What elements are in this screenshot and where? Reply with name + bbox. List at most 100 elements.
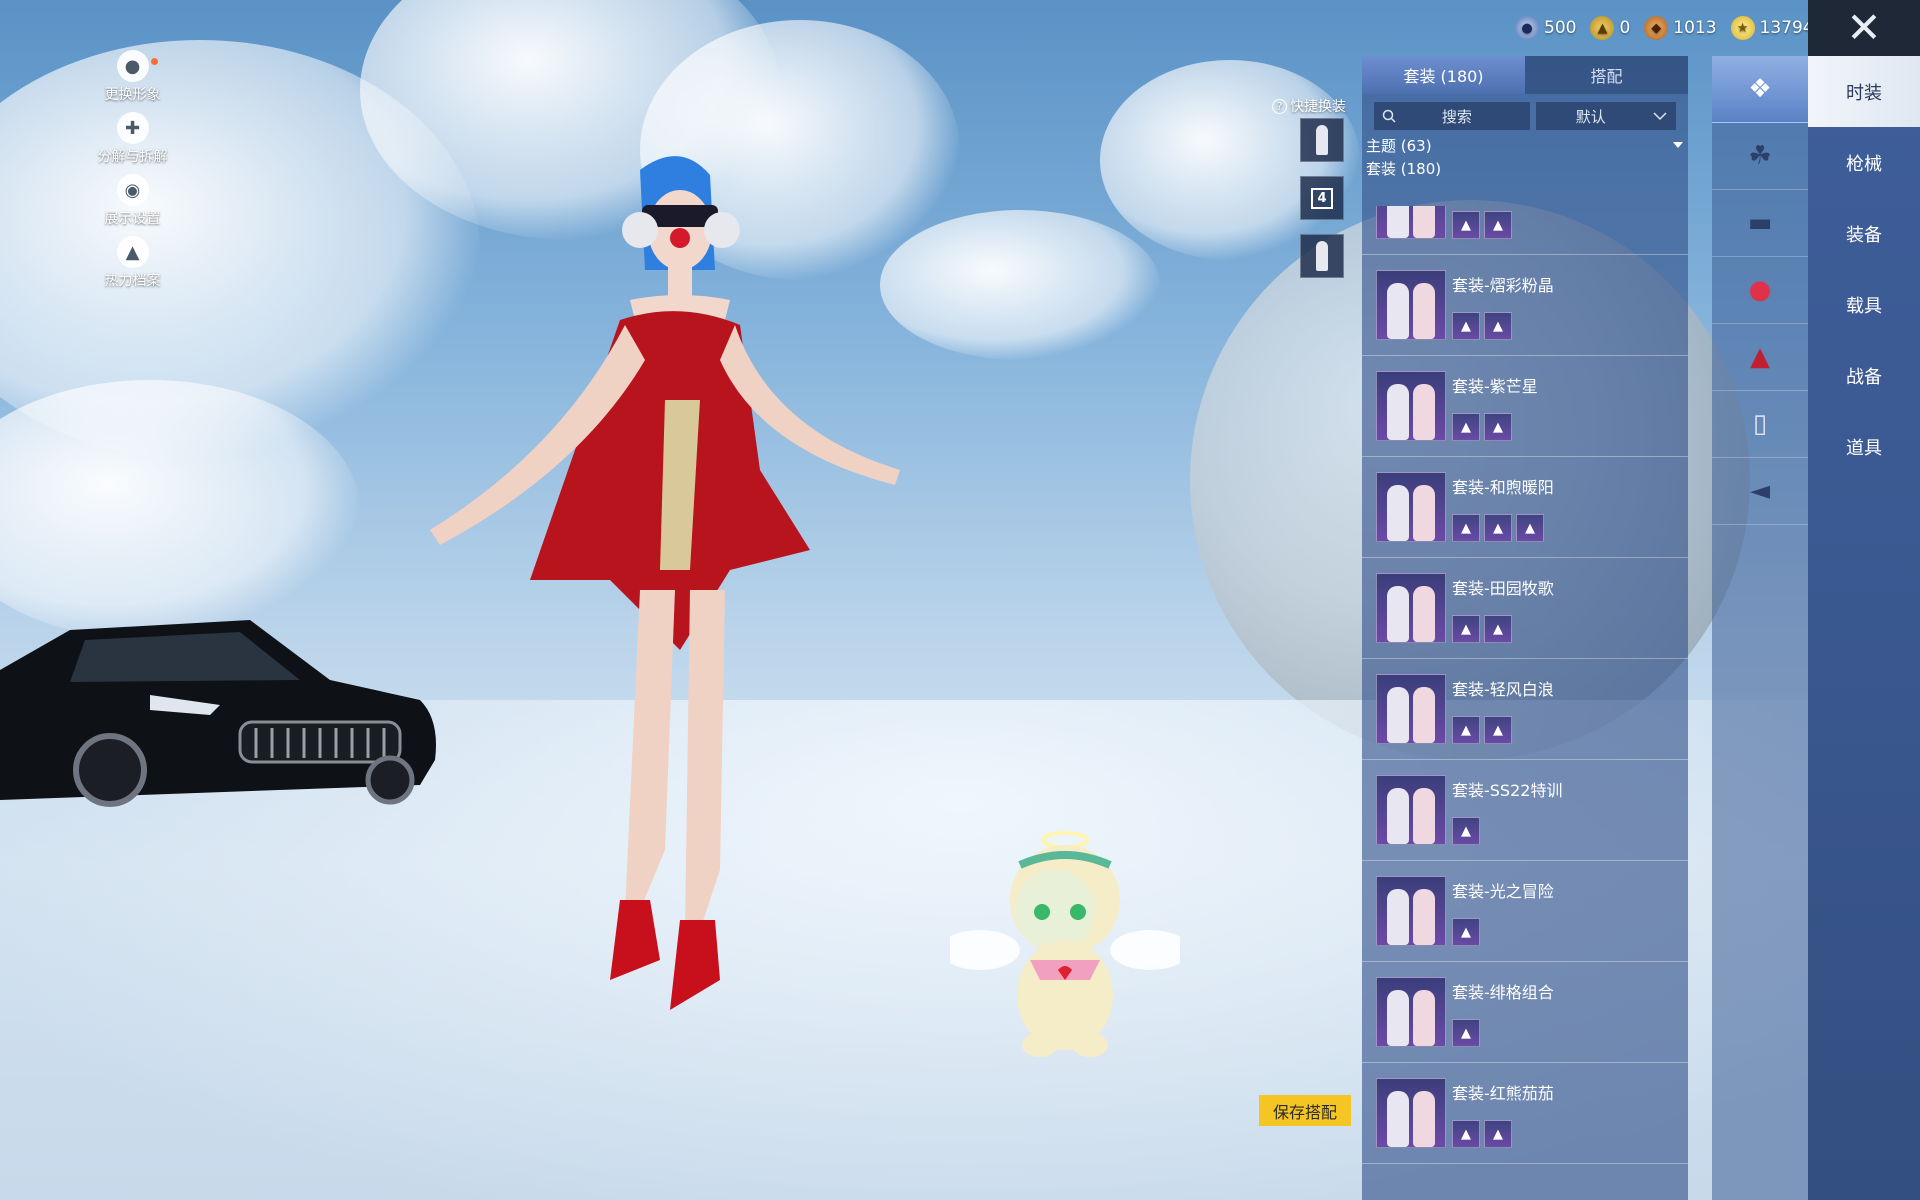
outfit-figure (1413, 687, 1435, 743)
outfit-thumbnail (1376, 270, 1446, 340)
tab-outfit-sets[interactable]: 套装 (180) (1362, 56, 1525, 94)
category-vehicles[interactable]: 载具 (1808, 269, 1920, 340)
outfit-figure (1387, 1091, 1409, 1147)
outfit-item[interactable]: 套装-SS22特训 ▲ (1362, 760, 1688, 861)
heat-archive-label: 热力档案 (104, 273, 161, 289)
outfit-figure (1413, 485, 1435, 541)
sub-glasses[interactable]: ▬ (1712, 190, 1808, 257)
search-placeholder: 搜索 (1441, 107, 1472, 126)
quick-slot-3[interactable] (1300, 234, 1344, 278)
category-items[interactable]: 道具 (1808, 411, 1920, 482)
outfit-figure-icon (1316, 241, 1328, 271)
panel-tabs: 套装 (180) 搭配 (1362, 56, 1688, 94)
category-equipment[interactable]: 装备 (1808, 198, 1920, 269)
close-icon: ✕ (1846, 3, 1882, 52)
currency-medal-value: 1013 (1673, 18, 1717, 38)
outfit-panel: 套装 (180) 搭配 搜索 默认 主题 (63) 套装 (180) 套装-绚烂… (1362, 56, 1688, 1200)
outfit-thumbnail (1376, 371, 1446, 441)
outfit-item[interactable]: 套装-和煦暖阳 ▲ ▲ ▲ (1362, 457, 1688, 558)
outfit-thumbnail (1376, 977, 1446, 1047)
outfit-name: 套装-田园牧歌 (1452, 579, 1554, 598)
left-menu: ● 更换形象 ✚ 分解与拆解 ◉ 展示设置 ▲ 热力档案 (80, 50, 185, 298)
outfit-figure (1413, 889, 1435, 945)
outfit-item[interactable]: 套装-红熊茄茄 ▲ ▲ (1362, 1063, 1688, 1164)
quick-change-label[interactable]: ? 快捷换装 (1272, 96, 1346, 116)
outfit-info: 套装-绯格组合 ▲ (1452, 977, 1554, 1047)
category-fashion[interactable]: 时装 (1808, 56, 1920, 127)
outfit-info: 套装-光之冒险 ▲ (1452, 876, 1554, 946)
save-combination-button[interactable]: 保存搭配 (1259, 1095, 1351, 1126)
outfit-thumbnail (1376, 573, 1446, 643)
currency-gold-value: 13794 (1759, 18, 1814, 38)
heat-archive-button[interactable]: ▲ 热力档案 (80, 236, 185, 298)
decompose-button[interactable]: ✚ 分解与拆解 (80, 112, 185, 174)
chevron-down-icon (1653, 112, 1667, 121)
sub-pants[interactable]: ▯ (1712, 391, 1808, 458)
sub-outfit-set[interactable]: ❖ (1712, 56, 1808, 123)
change-avatar-button[interactable]: ● 更换形象 (80, 50, 185, 112)
outfit-item[interactable]: 套装-轻风白浪 ▲ ▲ (1362, 659, 1688, 760)
outfit-name: 套装-轻风白浪 (1452, 680, 1554, 699)
face-icon: ● (1748, 275, 1772, 305)
category-weapons[interactable]: 枪械 (1808, 127, 1920, 198)
sort-label: 默认 (1575, 107, 1606, 126)
outfit-figure (1387, 687, 1409, 743)
outfit-list-inner: 套装-绚烂紫星▲▲套装-熠彩粉晶▲▲套装-紫芒星▲▲套装-和煦暖阳▲▲▲套装-田… (1362, 206, 1688, 1164)
quick-slot-2[interactable]: 4 (1300, 176, 1344, 220)
currency-a-coin[interactable]: ▲ 0 (1590, 16, 1630, 40)
outfit-figure (1387, 384, 1409, 440)
gold-coin-icon: ★ (1730, 16, 1755, 40)
outfit-name: 套装-紫芒星 (1452, 377, 1538, 396)
outfit-figure (1413, 283, 1435, 339)
outfit-info: 套装-田园牧歌 ▲ ▲ (1452, 573, 1554, 643)
outfit-part-icon: ▲ (1452, 716, 1480, 744)
notification-dot (151, 58, 158, 65)
outfit-name: 套装-绯格组合 (1452, 983, 1554, 1002)
slot-number-badge: 4 (1311, 187, 1333, 209)
currency-a-coin-value: 0 (1619, 18, 1631, 38)
outfit-part-icon: ▲ (1516, 514, 1544, 542)
display-settings-button[interactable]: ◉ 展示设置 (80, 174, 185, 236)
outfit-list[interactable]: 套装-绚烂紫星▲▲套装-熠彩粉晶▲▲套装-紫芒星▲▲套装-和煦暖阳▲▲▲套装-田… (1362, 206, 1688, 1190)
character-model (430, 156, 900, 1010)
theme-filter[interactable]: 主题 (63) (1362, 132, 1688, 158)
outfit-item[interactable]: 套装-田园牧歌 ▲ ▲ (1362, 558, 1688, 659)
currency-medal[interactable]: ◆ 1013 (1644, 16, 1717, 40)
currency-ag-value: 500 (1544, 18, 1577, 38)
decompose-label: 分解与拆解 (97, 149, 168, 165)
sub-category-column: ❖ ☘ ▬ ● ▲ ▯ ◄ (1712, 56, 1808, 1200)
currency-ag[interactable]: ● 500 (1515, 16, 1576, 40)
decompose-icon: ✚ (116, 112, 149, 144)
vehicle-car (0, 620, 436, 807)
outfit-parts: ▲ ▲ (1452, 211, 1554, 239)
outfit-name: 套装-红熊茄茄 (1452, 1084, 1554, 1103)
a-coin-icon: ▲ (1590, 16, 1615, 40)
outfit-part-icon: ▲ (1452, 1019, 1480, 1047)
outfit-part-icon: ▲ (1484, 615, 1512, 643)
sub-headwear[interactable]: ☘ (1712, 123, 1808, 190)
sub-top[interactable]: ▲ (1712, 324, 1808, 391)
category-battle-prep[interactable]: 战备 (1808, 340, 1920, 411)
sub-shoes[interactable]: ◄ (1712, 458, 1808, 525)
sort-dropdown[interactable]: 默认 (1535, 102, 1676, 130)
outfit-thumbnail (1376, 206, 1446, 239)
bp-medal-icon: ◆ (1644, 16, 1669, 40)
sub-face[interactable]: ● (1712, 257, 1808, 324)
outfit-item[interactable]: 套装-绯格组合 ▲ (1362, 962, 1688, 1063)
outfit-item[interactable]: 套装-光之冒险 ▲ (1362, 861, 1688, 962)
outfit-name: 套装-熠彩粉晶 (1452, 276, 1554, 295)
headwear-icon: ☘ (1748, 141, 1772, 171)
outfit-figure (1387, 485, 1409, 541)
outfit-item[interactable]: 套装-绚烂紫星▲▲ (1362, 206, 1688, 255)
theme-filter-label: 主题 (63) (1366, 136, 1432, 155)
quick-slot-1[interactable] (1300, 118, 1344, 162)
outfit-item[interactable]: 套装-熠彩粉晶 ▲ ▲ (1362, 255, 1688, 356)
search-input[interactable]: 搜索 (1374, 102, 1530, 130)
outfit-figure (1387, 586, 1409, 642)
outfit-item[interactable]: 套装-紫芒星 ▲ ▲ (1362, 356, 1688, 457)
tab-combinations[interactable]: 搭配 (1525, 56, 1688, 94)
outfit-figure (1387, 283, 1409, 339)
close-button[interactable]: ✕ (1808, 0, 1920, 56)
eye-icon: ◉ (116, 174, 149, 206)
currency-gold[interactable]: ★ 13794 (1730, 16, 1814, 40)
